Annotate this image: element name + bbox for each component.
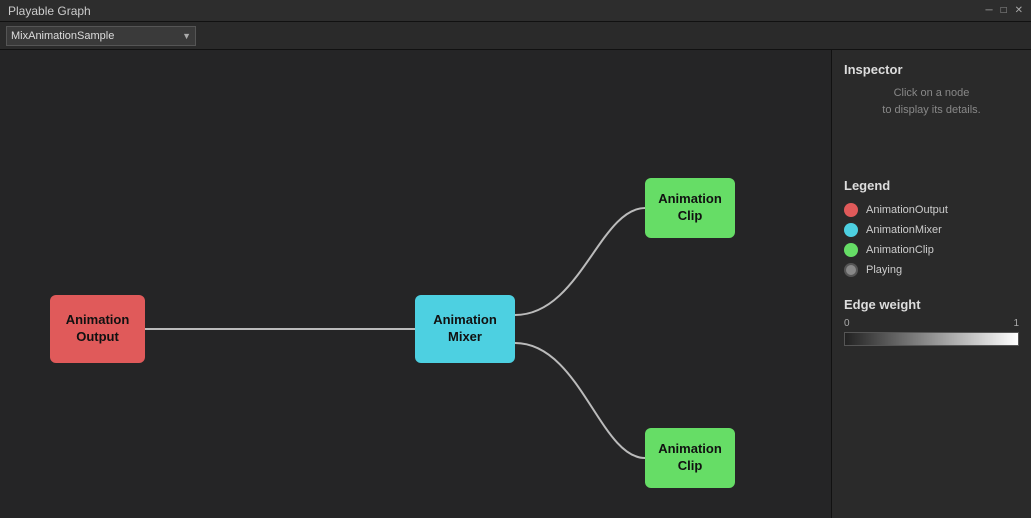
edge-weight-title: Edge weight — [844, 297, 1019, 312]
edge-weight-max: 1 — [1013, 318, 1019, 329]
maximize-button[interactable]: □ — [1001, 5, 1007, 16]
animation-mixer-node[interactable]: AnimationMixer — [415, 295, 515, 363]
legend-item-playing: Playing — [844, 263, 1019, 277]
legend-label-playing: Playing — [866, 264, 902, 276]
inspector-hint-line1: Click on a node — [894, 87, 970, 99]
animation-output-label: AnimationOutput — [66, 312, 130, 346]
legend-item-mixer: AnimationMixer — [844, 223, 1019, 237]
chevron-down-icon: ▼ — [182, 31, 191, 41]
edge-weight-labels: 0 1 — [844, 318, 1019, 329]
inspector-hint-line2: to display its details. — [882, 104, 980, 116]
inspector-title: Inspector — [844, 62, 1019, 77]
dropdown-value: MixAnimationSample — [11, 30, 114, 42]
edge-weight-min: 0 — [844, 318, 850, 329]
legend-label-clip: AnimationClip — [866, 244, 934, 256]
animation-mixer-label: AnimationMixer — [433, 312, 497, 346]
close-button[interactable]: ✕ — [1015, 5, 1023, 16]
graph-selector-dropdown[interactable]: MixAnimationSample ▼ — [6, 26, 196, 46]
animation-clip-top-label: AnimationClip — [658, 191, 722, 225]
legend-label-output: AnimationOutput — [866, 204, 948, 216]
animation-clip-bottom-node[interactable]: AnimationClip — [645, 428, 735, 488]
legend-item-clip: AnimationClip — [844, 243, 1019, 257]
animation-output-node[interactable]: AnimationOutput — [50, 295, 145, 363]
toolbar: MixAnimationSample ▼ — [0, 22, 1031, 50]
legend-item-output: AnimationOutput — [844, 203, 1019, 217]
minimize-button[interactable]: ─ — [985, 5, 992, 16]
legend-label-mixer: AnimationMixer — [866, 224, 942, 236]
app-title: Playable Graph — [8, 4, 91, 18]
title-bar: Playable Graph ─ □ ✕ — [0, 0, 1031, 22]
animation-clip-top-node[interactable]: AnimationClip — [645, 178, 735, 238]
legend-dot-output — [844, 203, 858, 217]
legend-title: Legend — [844, 178, 1019, 193]
animation-clip-bottom-label: AnimationClip — [658, 441, 722, 475]
graph-canvas: AnimationOutput AnimationMixer Animation… — [0, 50, 831, 518]
edge-weight-gradient-bar — [844, 332, 1019, 346]
legend-dot-mixer — [844, 223, 858, 237]
legend-dot-clip — [844, 243, 858, 257]
legend-dot-playing — [844, 263, 858, 277]
legend-section: Legend AnimationOutput AnimationMixer An… — [844, 178, 1019, 277]
inspector-hint: Click on a node to display its details. — [844, 85, 1019, 118]
edge-weight-section: Edge weight 0 1 — [844, 297, 1019, 346]
inspector-panel: Inspector Click on a node to display its… — [831, 50, 1031, 518]
